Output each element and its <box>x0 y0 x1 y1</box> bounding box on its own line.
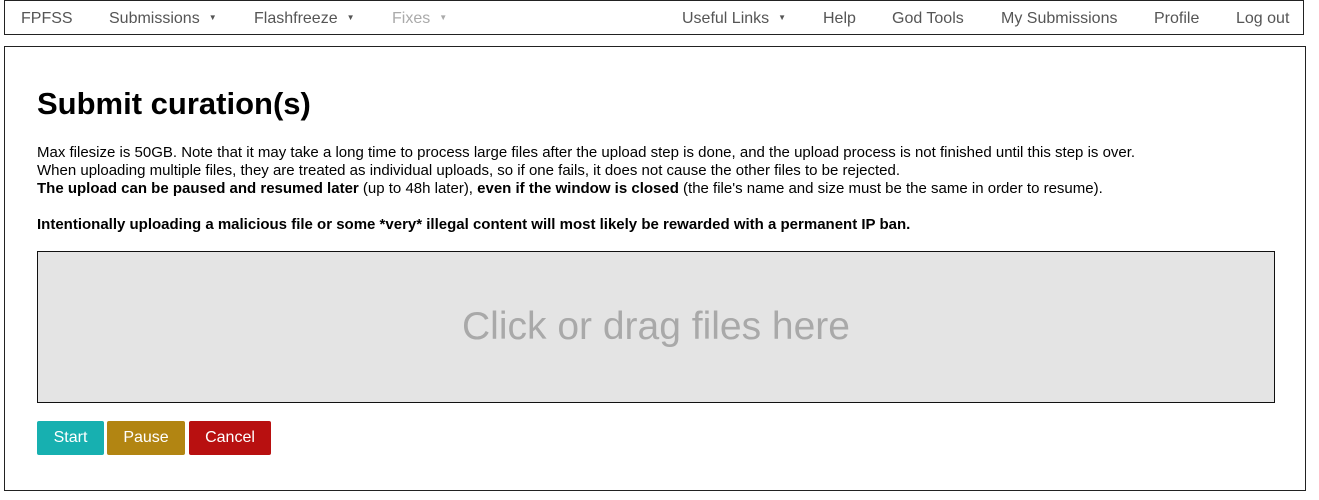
info-resume-bold: The upload can be paused and resumed lat… <box>37 180 359 197</box>
info-line-resume: The upload can be paused and resumed lat… <box>37 180 1135 198</box>
info-window-closed-bold: even if the window is closed <box>477 180 679 197</box>
nav-item-submissions[interactable]: Submissions ▼ <box>109 1 217 36</box>
warning-text: Intentionally uploading a malicious file… <box>37 216 911 233</box>
nav-item-useful-links[interactable]: Useful Links ▼ <box>682 1 786 36</box>
upload-info: Max filesize is 50GB. Note that it may t… <box>37 144 1135 198</box>
start-button[interactable]: Start <box>37 421 104 455</box>
info-line-multiple-files: When uploading multiple files, they are … <box>37 162 901 179</box>
page-title: Submit curation(s) <box>37 86 311 121</box>
nav-item-help[interactable]: Help <box>823 1 856 36</box>
nav-item-flashfreeze[interactable]: Flashfreeze ▼ <box>254 1 355 36</box>
info-resume-condition: (the file's name and size must be the sa… <box>678 180 1103 197</box>
nav-item-fixes-label: Fixes <box>392 10 431 27</box>
dropzone-label: Click or drag files here <box>462 305 850 348</box>
nav-item-flashfreeze-label: Flashfreeze <box>254 10 338 27</box>
submit-panel: Submit curation(s) Max filesize is 50GB.… <box>4 46 1306 491</box>
cancel-button[interactable]: Cancel <box>189 421 271 455</box>
caret-down-icon: ▼ <box>208 13 217 23</box>
nav-item-fixes: Fixes ▼ <box>392 1 447 36</box>
top-navbar: FPFSS Submissions ▼ Flashfreeze ▼ Fixes ▼ U… <box>4 0 1304 35</box>
pause-button[interactable]: Pause <box>107 421 185 455</box>
nav-item-useful-links-label: Useful Links <box>682 10 770 27</box>
info-resume-text: (up to 48h later), <box>358 180 478 197</box>
nav-item-submissions-label: Submissions <box>109 10 200 27</box>
nav-item-profile[interactable]: Profile <box>1154 1 1199 36</box>
caret-down-icon: ▼ <box>346 13 355 23</box>
caret-down-icon: ▼ <box>778 13 787 23</box>
nav-item-god-tools[interactable]: God Tools <box>892 1 964 36</box>
nav-brand-fpfss[interactable]: FPFSS <box>21 1 73 36</box>
file-dropzone[interactable]: Click or drag files here <box>37 251 1275 403</box>
nav-item-my-submissions[interactable]: My Submissions <box>1001 1 1117 36</box>
caret-down-icon: ▼ <box>439 13 448 23</box>
nav-item-log-out[interactable]: Log out <box>1236 1 1289 36</box>
info-line-filesize: Max filesize is 50GB. Note that it may t… <box>37 144 1136 161</box>
